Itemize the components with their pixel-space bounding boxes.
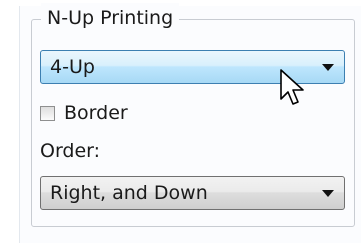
group-title: N-Up Printing xyxy=(41,3,180,33)
mouse-cursor-icon xyxy=(280,69,304,105)
order-value: Right, and Down xyxy=(50,182,208,204)
border-label: Border xyxy=(64,102,128,124)
chevron-down-icon xyxy=(322,190,334,197)
order-dropdown[interactable]: Right, and Down xyxy=(40,176,345,210)
n-up-layout-value: 4-Up xyxy=(50,56,95,78)
order-label: Order: xyxy=(40,140,101,162)
border-checkbox[interactable] xyxy=(40,106,55,121)
chevron-down-icon xyxy=(322,64,334,71)
